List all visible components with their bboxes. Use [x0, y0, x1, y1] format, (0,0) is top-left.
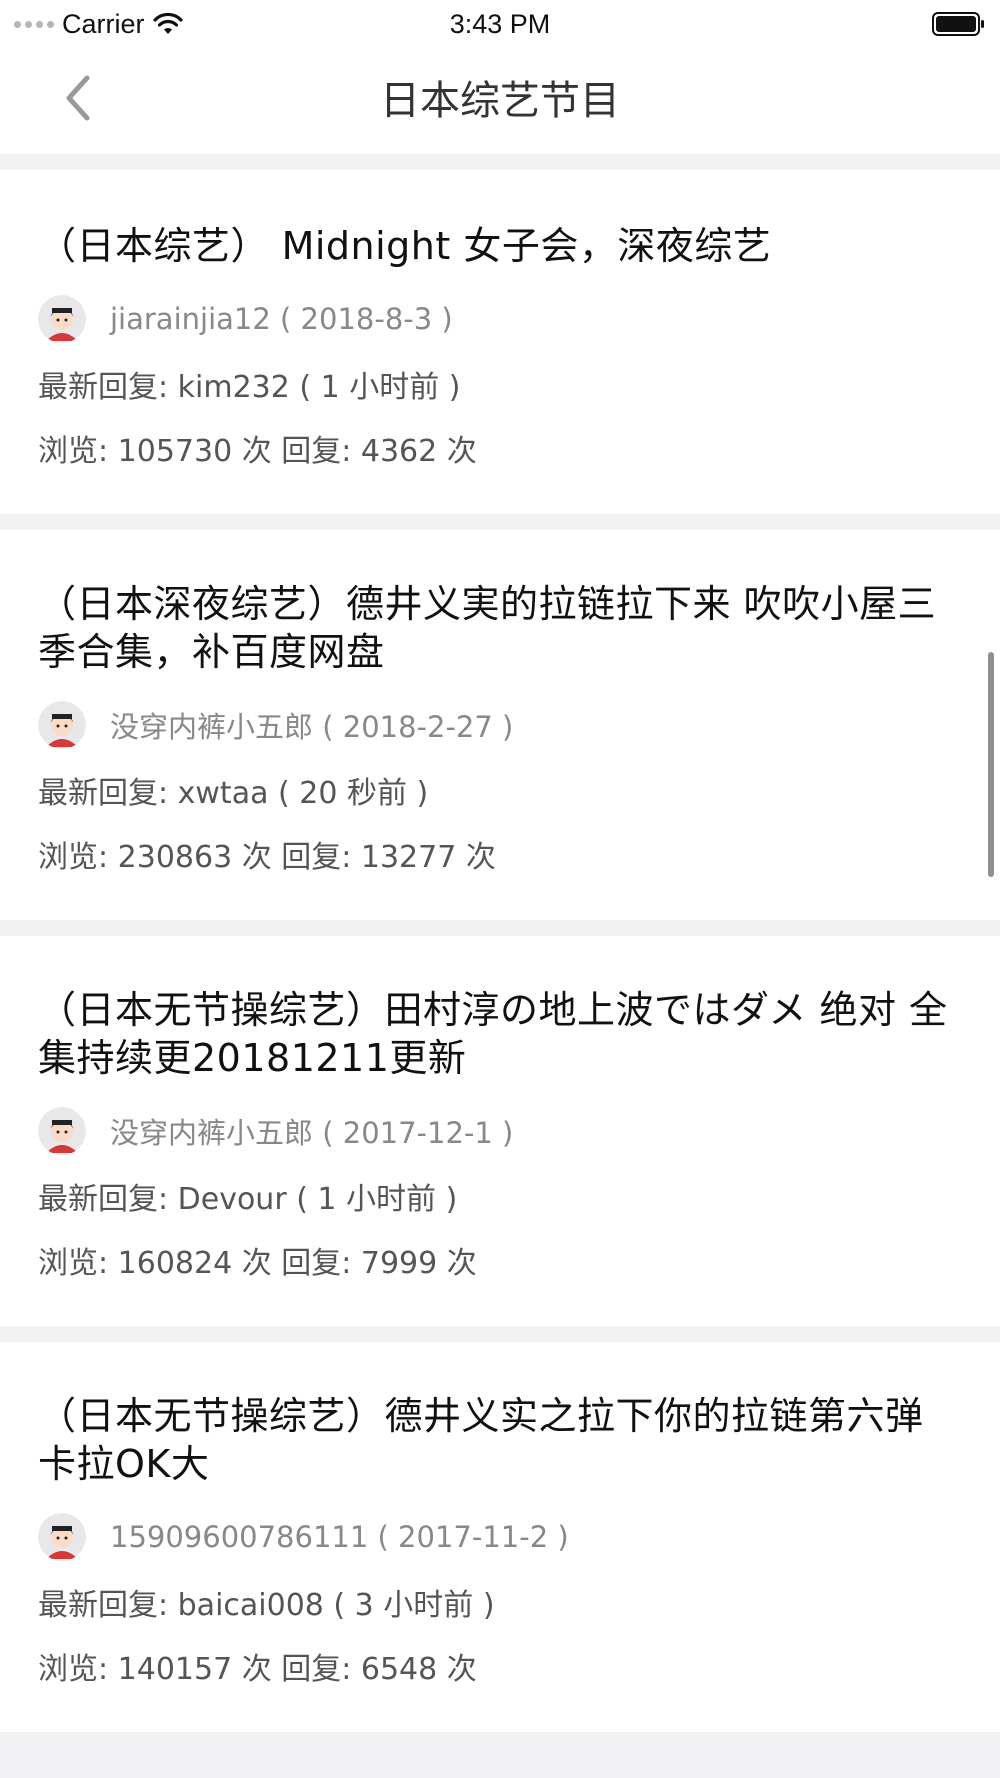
- avatar[interactable]: [38, 701, 86, 749]
- post-title[interactable]: （日本综艺） Midnight 女子会，深夜综艺: [38, 222, 962, 270]
- scroll-indicator[interactable]: [988, 652, 994, 877]
- avatar[interactable]: [38, 1107, 86, 1155]
- post-stats: 浏览: 105730 次 回复: 4362 次: [38, 434, 477, 469]
- post-stats: 浏览: 230863 次 回复: 13277 次: [38, 840, 496, 875]
- page-title: 日本综艺节目: [380, 78, 620, 124]
- author-info: jiarainjia12 ( 2018-8-3 ): [110, 302, 453, 336]
- author-info: 没穿内裤小五郎 ( 2017-12-1 ): [110, 1116, 514, 1150]
- author-row: jiarainjia12 ( 2018-8-3 ): [38, 294, 962, 344]
- post-title[interactable]: （日本深夜综艺）德井义実的拉链拉下来 吹吹小屋三季合集，补百度网盘: [38, 580, 962, 676]
- post-card[interactable]: （日本深夜综艺）德井义実的拉链拉下来 吹吹小屋三季合集，补百度网盘 没穿内裤小五…: [0, 530, 1000, 920]
- status-time: 3:43 PM: [449, 9, 551, 39]
- post-stats: 浏览: 160824 次 回复: 7999 次: [38, 1246, 477, 1281]
- latest-reply: 最新回复: kim232 ( 1 小时前 ): [38, 370, 461, 405]
- back-button[interactable]: [48, 68, 108, 128]
- nav-bar: 日本综艺节目: [0, 48, 1000, 154]
- chevron-left-icon: [66, 75, 90, 121]
- battery-icon: [932, 12, 984, 36]
- author-info: 15909600786111 ( 2017-11-2 ): [110, 1520, 569, 1554]
- post-card[interactable]: （日本综艺） Midnight 女子会，深夜综艺 jiarainjia12 ( …: [0, 170, 1000, 514]
- latest-reply: 最新回复: xwtaa ( 20 秒前 ): [38, 776, 429, 811]
- post-card[interactable]: （日本无节操综艺）德井义实之拉下你的拉链第六弹 卡拉OK大 1590960078…: [0, 1342, 1000, 1732]
- post-list[interactable]: （日本综艺） Midnight 女子会，深夜综艺 jiarainjia12 ( …: [0, 154, 1000, 1778]
- status-bar: Carrier 3:43 PM: [0, 0, 1000, 48]
- author-row: 没穿内裤小五郎 ( 2017-12-1 ): [38, 1106, 962, 1156]
- avatar[interactable]: [38, 295, 86, 343]
- avatar[interactable]: [38, 1513, 86, 1561]
- post-stats: 浏览: 140157 次 回复: 6548 次: [38, 1652, 477, 1687]
- author-info: 没穿内裤小五郎 ( 2018-2-27 ): [110, 710, 514, 744]
- post-title[interactable]: （日本无节操综艺）田村淳の地上波ではダメ 绝对 全集持续更20181211更新: [38, 986, 962, 1082]
- author-row: 15909600786111 ( 2017-11-2 ): [38, 1512, 962, 1562]
- post-card[interactable]: （日本无节操综艺）田村淳の地上波ではダメ 绝对 全集持续更20181211更新 …: [0, 936, 1000, 1326]
- post-title[interactable]: （日本无节操综艺）德井义实之拉下你的拉链第六弹 卡拉OK大: [38, 1392, 962, 1488]
- latest-reply: 最新回复: baicai008 ( 3 小时前 ): [38, 1588, 495, 1623]
- latest-reply: 最新回复: Devour ( 1 小时前 ): [38, 1182, 458, 1217]
- author-row: 没穿内裤小五郎 ( 2018-2-27 ): [38, 700, 962, 750]
